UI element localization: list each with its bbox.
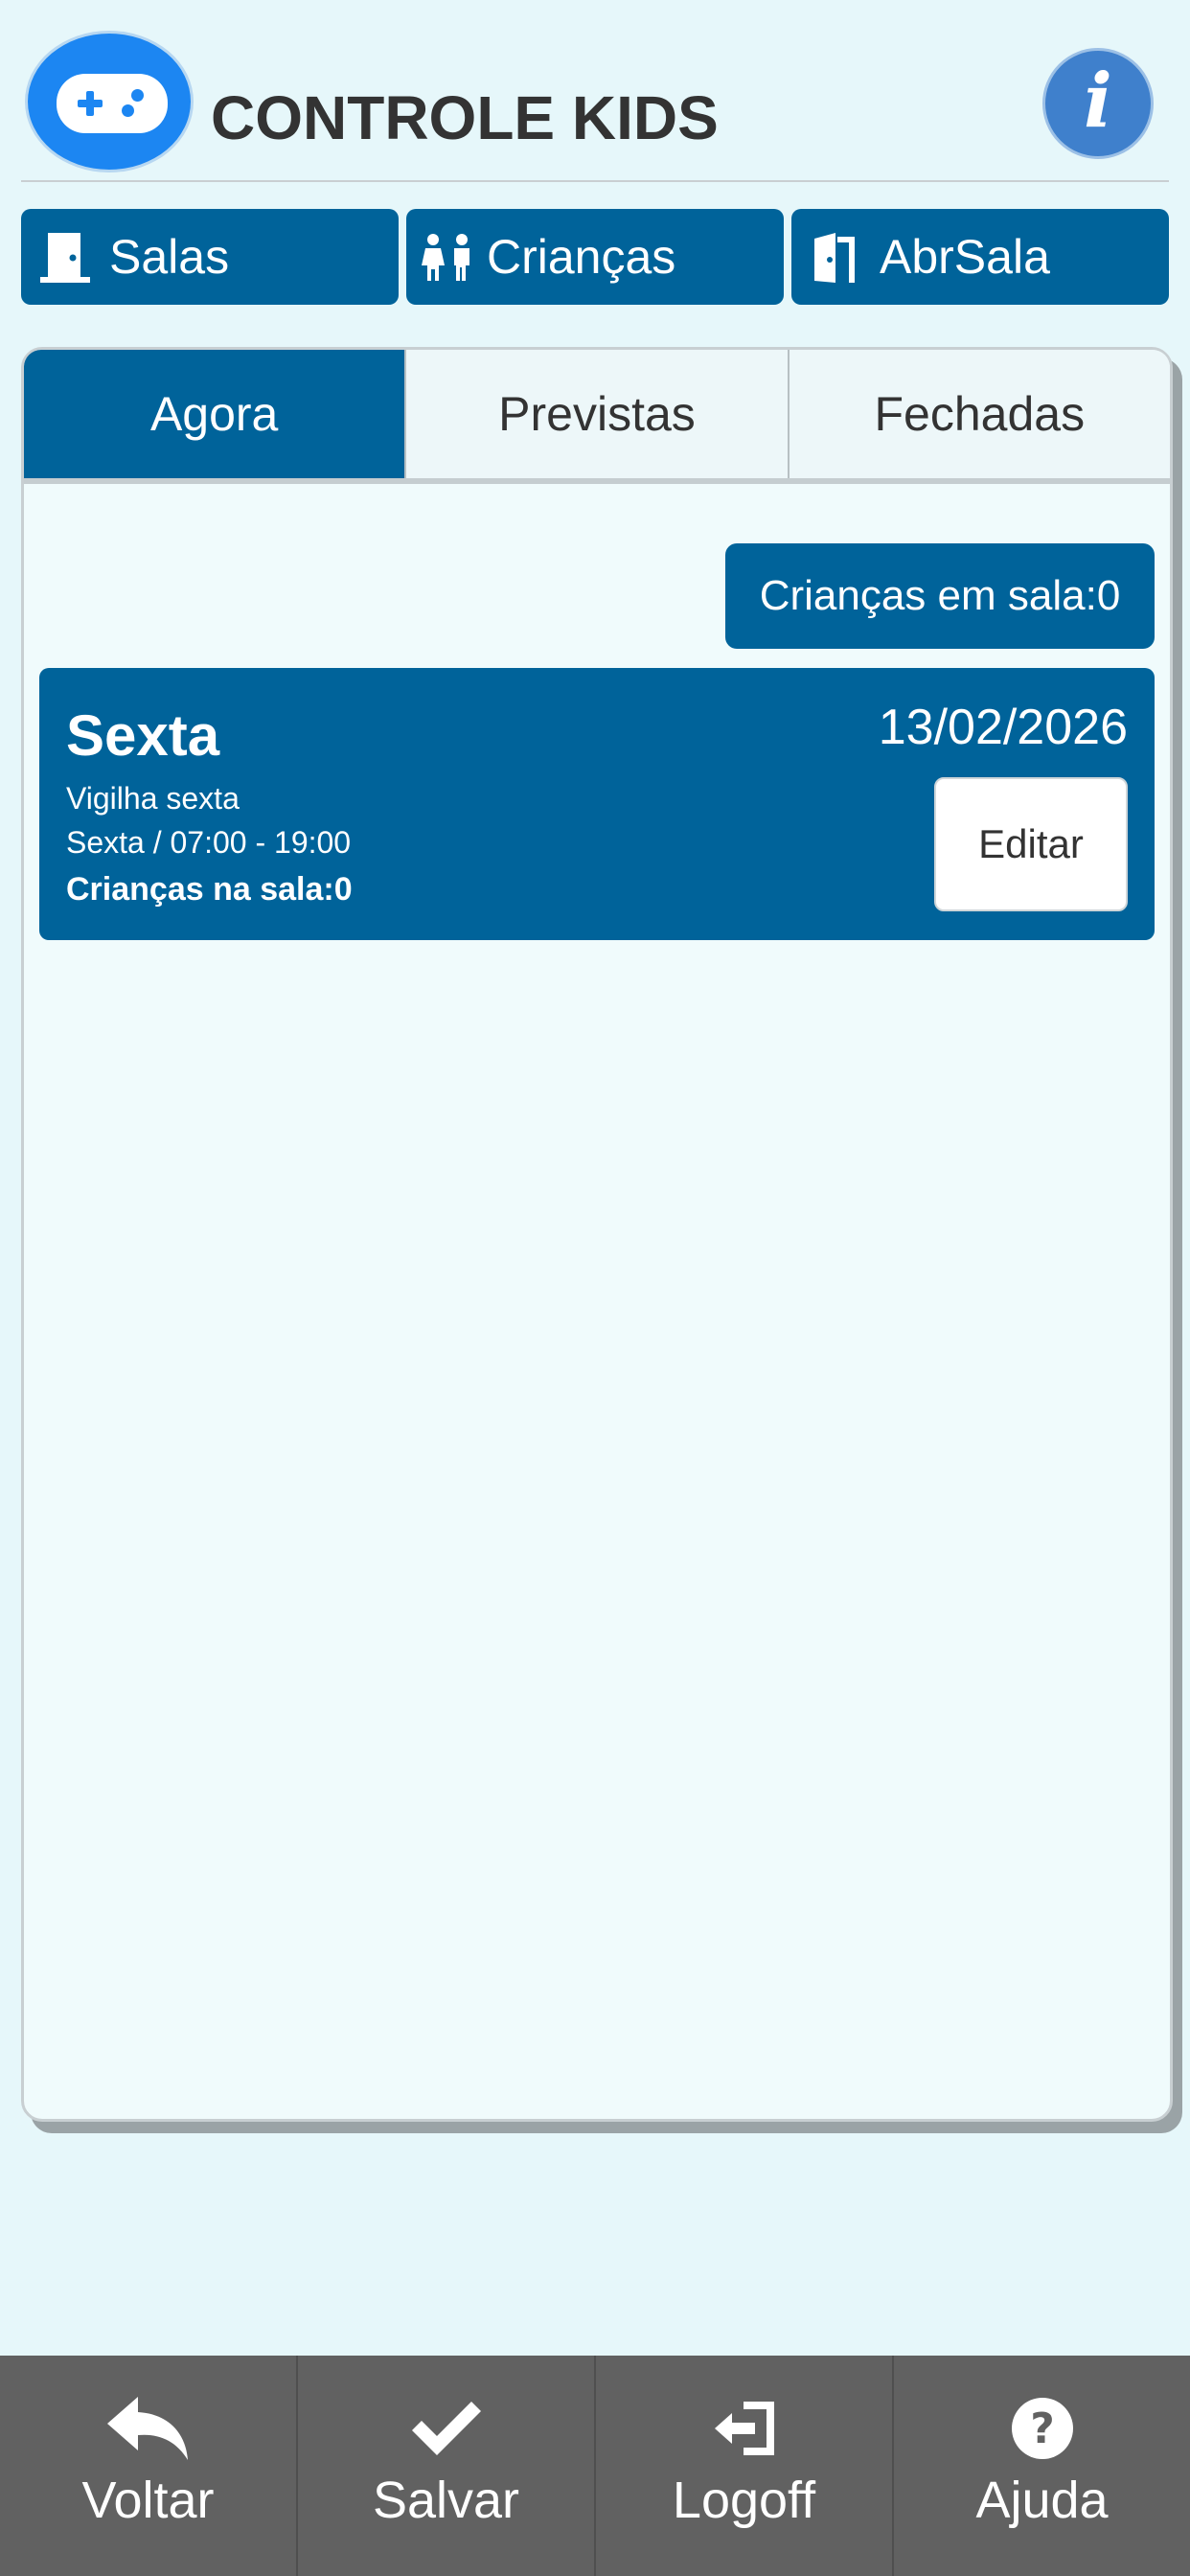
room-schedule: Sexta / 07:00 - 19:00 bbox=[66, 825, 352, 860]
room-description: Vigilha sexta bbox=[66, 781, 240, 816]
room-date: 13/02/2026 bbox=[878, 700, 1128, 755]
door-icon bbox=[38, 231, 92, 283]
svg-text:?: ? bbox=[1030, 2404, 1055, 2453]
app-title: CONTROLE KIDS bbox=[211, 83, 719, 152]
save-button[interactable]: Salvar bbox=[296, 2356, 594, 2576]
gamepad-icon bbox=[25, 31, 194, 172]
back-button[interactable]: Voltar bbox=[0, 2356, 296, 2576]
info-icon[interactable]: i bbox=[1042, 48, 1154, 159]
nav-abrsala-button[interactable]: AbrSala bbox=[791, 209, 1169, 305]
room-name: Sexta bbox=[66, 703, 220, 768]
help-icon: ? bbox=[894, 2390, 1190, 2467]
help-button[interactable]: ? Ajuda bbox=[892, 2356, 1190, 2576]
logout-icon bbox=[596, 2390, 892, 2467]
back-label: Voltar bbox=[81, 2472, 215, 2529]
app-header: CONTROLE KIDS i bbox=[21, 27, 1169, 182]
room-children-count: Crianças na sala:0 bbox=[66, 871, 353, 908]
check-icon bbox=[298, 2390, 594, 2467]
save-label: Salvar bbox=[372, 2472, 520, 2529]
tab-bar: Agora Previstas Fechadas bbox=[24, 350, 1170, 484]
nav-label: Crianças bbox=[487, 230, 676, 284]
nav-label: Salas bbox=[109, 230, 230, 284]
bottom-toolbar: Voltar Salvar Logoff ? Ajuda bbox=[0, 2356, 1190, 2576]
tab-agora[interactable]: Agora bbox=[24, 350, 405, 478]
tab-previstas[interactable]: Previstas bbox=[404, 350, 788, 478]
nav-label: AbrSala bbox=[880, 230, 1050, 284]
tab-fechadas[interactable]: Fechadas bbox=[787, 350, 1170, 478]
logoff-button[interactable]: Logoff bbox=[594, 2356, 892, 2576]
edit-button[interactable]: Editar bbox=[934, 777, 1128, 911]
nav-salas-button[interactable]: Salas bbox=[21, 209, 399, 305]
children-in-room-badge: Crianças em sala:0 bbox=[725, 543, 1155, 649]
content-panel: Agora Previstas Fechadas Crianças em sal… bbox=[21, 347, 1173, 2122]
reply-icon bbox=[0, 2390, 296, 2467]
nav-criancas-button[interactable]: Crianças bbox=[406, 209, 784, 305]
logoff-label: Logoff bbox=[672, 2472, 816, 2529]
room-card: Sexta Vigilha sexta Sexta / 07:00 - 19:0… bbox=[39, 668, 1155, 940]
children-icon bbox=[420, 233, 475, 281]
help-label: Ajuda bbox=[975, 2472, 1109, 2529]
door-open-icon bbox=[809, 231, 862, 283]
